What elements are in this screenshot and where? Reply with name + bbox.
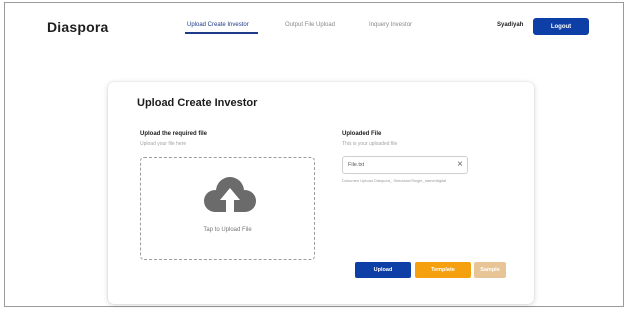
upload-section-hint: Upload your file here <box>140 141 187 147</box>
logout-button[interactable]: Logout <box>533 18 589 35</box>
uploaded-section-label: Uploaded File <box>342 131 382 137</box>
file-dropzone[interactable]: Tap to Upload File <box>140 157 315 260</box>
uploaded-section-hint: This is your uploaded file <box>342 141 398 147</box>
upload-section-label: Upload the required file <box>140 131 208 137</box>
user-name: Syadiyah <box>497 22 524 28</box>
tab-upload-create-investor[interactable]: Upload Create Investor <box>187 22 249 28</box>
template-button[interactable]: Template <box>415 262 471 278</box>
sample-button[interactable]: Sample <box>474 262 506 278</box>
uploaded-file-field[interactable]: File.txt × <box>342 156 468 174</box>
cloud-upload-icon <box>204 177 256 214</box>
app-window: Diaspora Upload Create Investor Output F… <box>4 2 624 307</box>
close-icon[interactable]: × <box>457 158 463 172</box>
upload-button[interactable]: Upload <box>355 262 411 278</box>
upload-card: Upload Create Investor Upload the requir… <box>108 82 534 304</box>
tab-inquery-investor[interactable]: Inquery Investor <box>369 22 412 28</box>
page-title: Upload Create Investor <box>137 97 258 109</box>
tab-output-file-upload[interactable]: Output File Upload <box>285 22 335 28</box>
uploaded-file-name: File.txt <box>348 162 365 168</box>
dropzone-text: Tap to Upload File <box>203 227 252 233</box>
top-nav: Diaspora Upload Create Investor Output F… <box>5 3 623 51</box>
uploaded-file-path: Dokumen Upload Diaspora_ Simulator/Singl… <box>342 178 447 183</box>
active-tab-indicator <box>185 32 258 34</box>
brand-logo[interactable]: Diaspora <box>47 19 109 35</box>
